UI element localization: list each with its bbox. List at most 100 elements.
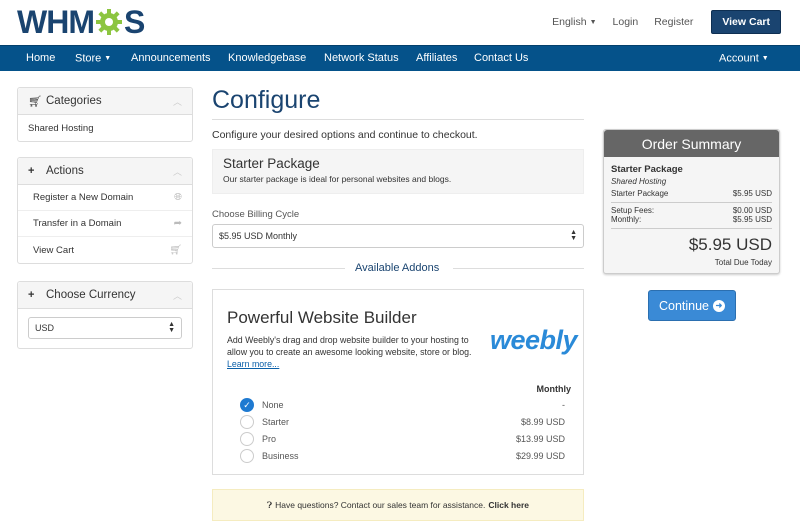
continue-label: Continue [658,298,710,313]
option-label: Starter [262,417,290,427]
currency-value: USD [35,323,55,333]
plus-icon: + [28,165,35,177]
currency-header[interactable]: + Choose Currency ︿ [18,282,192,309]
gear-logo-icon [95,9,122,35]
billing-cycle-label: Choose Billing Cycle [212,209,300,220]
category-item-shared-hosting[interactable]: Shared Hosting [18,115,192,141]
summary-divider [611,202,772,203]
actions-header[interactable]: + Actions ︿ [18,158,192,185]
nav-store[interactable]: Store ▼ [75,46,111,72]
package-name: Starter Package [223,156,320,171]
learn-more-link[interactable]: Learn more... [227,359,279,369]
package-description: Our starter package is ideal for persona… [223,174,452,184]
help-click-here-link[interactable]: Click here [488,500,529,510]
action-transfer-domain[interactable]: Transfer in a Domain ➦ [18,211,192,237]
addon-option-pro[interactable]: Pro $13.99 USD [240,431,565,447]
addon-option-none[interactable]: ✓ None - [240,397,565,413]
addons-divider-left [212,268,345,269]
option-label: None [262,400,284,410]
nav-announcements[interactable]: Announcements [131,46,211,72]
currency-title: Choose Currency [46,289,136,301]
chevron-up-icon[interactable]: ︿ [173,165,182,178]
page-title: Configure [212,86,321,114]
globe-icon: 🌐︎ [174,192,182,203]
option-price: $8.99 USD [520,417,565,427]
caret-down-icon: ▼ [104,55,112,62]
logo-text-right: S [123,3,146,40]
plus-icon: + [28,289,35,301]
shopping-cart-icon: 🛒︎ [28,95,42,108]
register-link[interactable]: Register [654,16,693,28]
summary-product-group: Shared Hosting [611,177,667,186]
option-label: Pro [262,434,277,444]
addon-option-business[interactable]: Business $29.99 USD [240,448,565,464]
summary-line-label: Setup Fees: [611,206,655,215]
share-arrow-icon: ➦ [173,218,182,229]
nav-affiliates[interactable]: Affiliates [416,46,457,72]
option-price: $29.99 USD [515,451,565,461]
option-price: - [562,400,565,410]
radio-unchecked-icon[interactable] [240,415,254,429]
summary-line: Setup Fees: $0.00 USD [611,206,772,215]
radio-unchecked-icon[interactable] [240,432,254,446]
nav-account[interactable]: Account ▼ [719,46,769,72]
actions-panel: + Actions ︿ Register a New Domain 🌐︎ Tra… [17,157,193,264]
addon-description: Add Weebly's drag and drop website build… [227,335,472,357]
summary-divider [611,228,772,229]
option-label: Business [262,451,299,461]
main-navbar: Home Store ▼ Announcements Knowledgebase … [0,45,800,71]
categories-title: Categories [46,95,102,107]
action-view-cart[interactable]: View Cart 🛒︎ [18,237,192,263]
chevron-up-icon[interactable]: ︿ [173,289,182,302]
currency-select[interactable]: USD ▲ ▼ [28,317,182,339]
summary-line-value: $5.95 USD [732,215,772,224]
action-register-domain-label: Register a New Domain [33,192,134,203]
chevron-up-icon[interactable]: ︿ [173,95,182,108]
nav-account-label: Account [719,52,759,65]
whmcs-logo[interactable]: WHM S [17,3,146,41]
billing-cycle-select[interactable]: $5.95 USD Monthly ▲ ▼ [212,224,584,248]
action-register-domain[interactable]: Register a New Domain 🌐︎ [18,185,192,211]
summary-line: Starter Package $5.95 USD [611,189,772,198]
language-dropdown[interactable]: English ▼ [552,16,596,28]
addon-description-block: Add Weebly's drag and drop website build… [227,334,482,370]
shopping-cart-icon: 🛒︎ [169,244,182,256]
view-cart-button[interactable]: View Cart [711,10,781,34]
summary-total-label: Total Due Today [714,258,772,267]
summary-line-label: Starter Package [611,189,669,198]
summary-line-value: $5.95 USD [732,189,772,198]
categories-panel: 🛒︎ Categories ︿ Shared Hosting [17,87,193,142]
summary-total: $5.95 USD [688,235,772,254]
nav-knowledgebase[interactable]: Knowledgebase [228,46,306,72]
categories-header[interactable]: 🛒︎ Categories ︿ [18,88,192,115]
addon-title: Powerful Website Builder [227,308,417,327]
help-alert: ❓︎ Have questions? Contact our sales tea… [212,489,584,521]
summary-line-label: Monthly: [611,215,642,224]
action-transfer-domain-label: Transfer in a Domain [33,218,122,229]
order-summary-title: Order Summary [604,130,779,157]
addons-divider-right [453,268,584,269]
order-summary-body: Starter Package Shared Hosting Starter P… [604,157,779,267]
title-divider [212,119,584,120]
nav-contact-us[interactable]: Contact Us [474,46,528,72]
nav-home[interactable]: Home [26,46,55,72]
logo-text-left: WHM [17,4,95,40]
addon-option-starter[interactable]: Starter $8.99 USD [240,414,565,430]
weebly-logo: weebly [490,325,578,355]
summary-line: Monthly: $5.95 USD [611,215,772,224]
arrow-circle-right-icon: ➜ [713,299,726,312]
help-text: Have questions? Contact our sales team f… [275,500,486,510]
radio-checked-icon[interactable]: ✓ [240,398,254,412]
top-links: English ▼ Login Register View Cart [552,10,781,34]
nav-network-status[interactable]: Network Status [324,46,399,72]
nav-store-label: Store [75,52,102,65]
billing-cycle-value: $5.95 USD Monthly [219,231,298,241]
option-price: $13.99 USD [515,434,565,444]
radio-unchecked-icon[interactable] [240,449,254,463]
question-circle-icon: ❓︎ [267,499,273,510]
continue-button[interactable]: Continue ➜ [648,290,736,321]
login-link[interactable]: Login [613,16,639,28]
order-summary: Order Summary Starter Package Shared Hos… [603,129,780,274]
action-view-cart-label: View Cart [33,244,75,256]
monthly-column-header: Monthly [536,384,572,394]
